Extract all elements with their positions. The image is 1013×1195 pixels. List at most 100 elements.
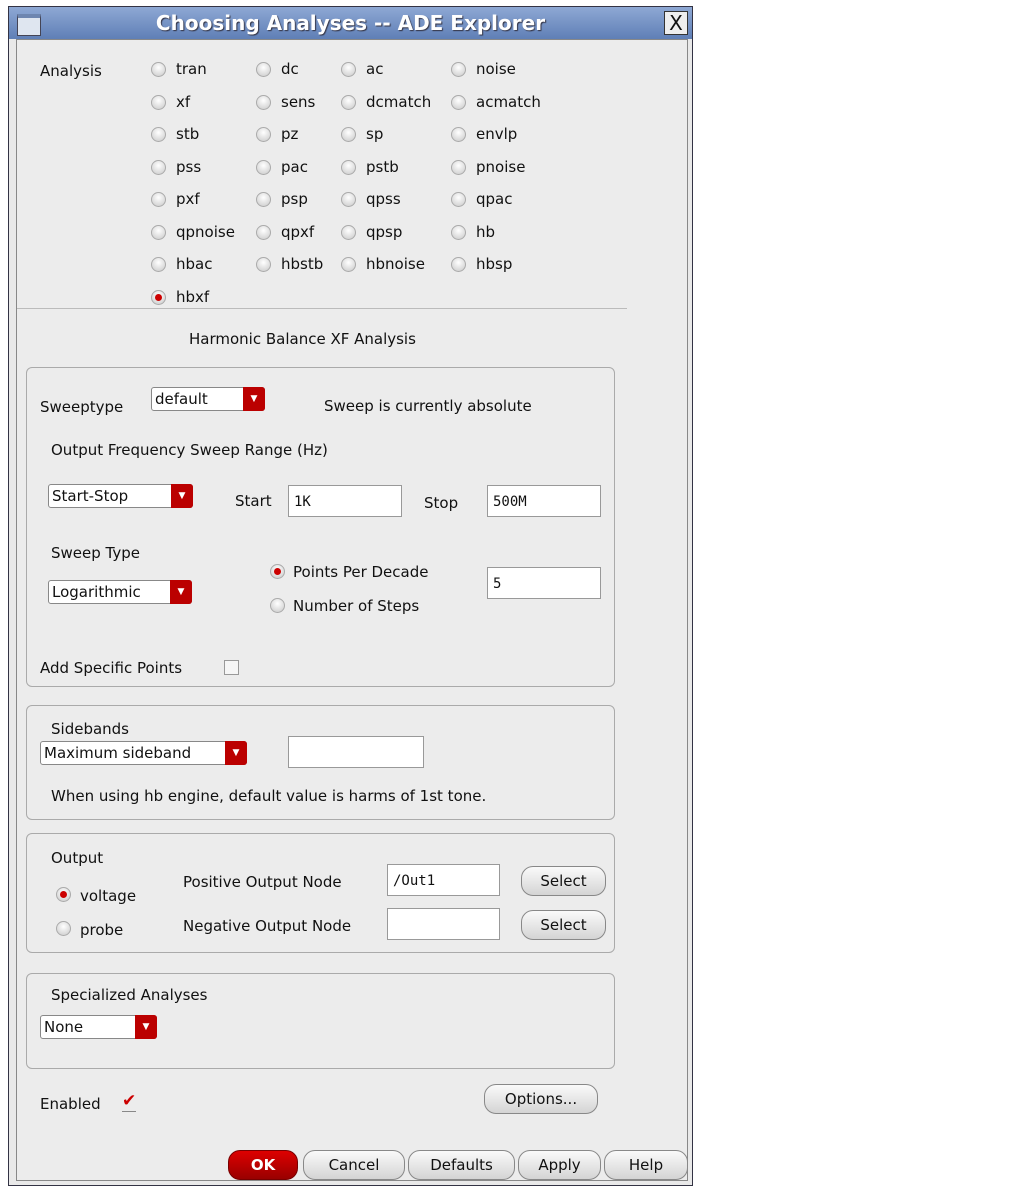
analysis-label-dcmatch: dcmatch xyxy=(366,92,432,111)
specialized-label: Specialized Analyses xyxy=(51,986,208,1004)
sideband-mode-select[interactable]: Maximum sideband ▼ xyxy=(40,741,247,765)
chevron-down-icon: ▼ xyxy=(243,387,265,411)
analysis-radio-dcmatch[interactable] xyxy=(341,94,356,110)
analysis-label-qpxf: qpxf xyxy=(281,222,315,241)
analysis-radio-pz[interactable] xyxy=(256,127,271,142)
analysis-label-tran: tran xyxy=(176,60,207,78)
analysis-radio-ac[interactable] xyxy=(341,62,356,77)
analysis-label-pss: pss xyxy=(176,157,202,176)
apply-button[interactable]: Apply xyxy=(518,1150,601,1180)
points-per-decade-label: Points Per Decade xyxy=(293,563,429,581)
analysis-label-pz: pz xyxy=(281,125,299,143)
analysis-radio-qpsp[interactable] xyxy=(341,224,356,240)
analysis-label-ac: ac xyxy=(366,60,384,78)
analysis-label-hbstb: hbstb xyxy=(281,255,324,273)
specialized-select[interactable]: None ▼ xyxy=(40,1015,157,1039)
window-title: Choosing Analyses -- ADE Explorer xyxy=(155,11,546,35)
select-positive-button[interactable]: Select xyxy=(521,866,606,896)
analysis-radio-acmatch[interactable] xyxy=(451,94,466,110)
analysis-radio-hbac[interactable] xyxy=(151,257,166,272)
voltage-radio[interactable] xyxy=(56,887,71,902)
sweeptype-value: default xyxy=(155,390,208,408)
analysis-radio-psp[interactable] xyxy=(256,192,271,207)
analysis-radio-envlp[interactable] xyxy=(451,127,466,142)
analysis-label-sens: sens xyxy=(281,92,316,111)
analysis-radio-hbxf[interactable] xyxy=(151,289,166,305)
probe-radio[interactable] xyxy=(56,921,71,936)
start-input[interactable]: 1K xyxy=(288,485,402,517)
analysis-radio-dc[interactable] xyxy=(256,62,271,77)
negative-node-label: Negative Output Node xyxy=(183,917,352,935)
window-menu-icon[interactable] xyxy=(17,14,41,36)
sweeptype-label: Sweeptype xyxy=(40,398,124,416)
analysis-radio-hbsp[interactable] xyxy=(451,257,466,272)
analysis-label-pnoise: pnoise xyxy=(476,157,526,176)
close-button[interactable]: X xyxy=(664,11,688,35)
analysis-label-xf: xf xyxy=(176,92,191,111)
range-mode-value: Start-Stop xyxy=(52,487,129,505)
analysis-radio-sens[interactable] xyxy=(256,94,271,110)
analysis-radio-pac[interactable] xyxy=(256,159,271,175)
analysis-label-qpss: qpss xyxy=(366,190,401,208)
dialog-window: Choosing Analyses -- ADE Explorer X Anal… xyxy=(8,6,693,1186)
analysis-radio-hbstb[interactable] xyxy=(256,257,271,272)
analysis-radio-qpnoise[interactable] xyxy=(151,224,166,240)
analysis-radio-qpac[interactable] xyxy=(451,192,466,207)
sweep-type-select[interactable]: Logarithmic ▼ xyxy=(48,580,192,604)
sidebands-label: Sidebands xyxy=(51,720,129,738)
cancel-button[interactable]: Cancel xyxy=(303,1150,405,1180)
analysis-radio-pss[interactable] xyxy=(151,159,166,175)
number-of-steps-radio[interactable] xyxy=(270,598,285,613)
analysis-radio-hb[interactable] xyxy=(451,224,466,240)
number-of-steps-label: Number of Steps xyxy=(293,597,420,615)
range-label: Output Frequency Sweep Range (Hz) xyxy=(51,441,328,459)
analysis-radio-sp[interactable] xyxy=(341,127,356,142)
sweeptype-select[interactable]: default ▼ xyxy=(151,387,265,411)
points-input[interactable]: 5 xyxy=(487,567,601,599)
analysis-radio-pnoise[interactable] xyxy=(451,159,466,175)
analysis-label-hbac: hbac xyxy=(176,255,213,273)
analysis-label-hbsp: hbsp xyxy=(476,255,513,273)
sweep-status: Sweep is currently absolute xyxy=(324,397,532,415)
analysis-radio-qpss[interactable] xyxy=(341,192,356,207)
analysis-label-sp: sp xyxy=(366,125,384,143)
positive-node-input[interactable]: /Out1 xyxy=(387,864,500,896)
defaults-button[interactable]: Defaults xyxy=(408,1150,515,1180)
stop-label: Stop xyxy=(424,494,459,512)
options-button[interactable]: Options... xyxy=(484,1084,598,1114)
points-per-decade-radio[interactable] xyxy=(270,564,285,579)
analysis-label-hbxf: hbxf xyxy=(176,287,210,306)
analysis-radio-stb[interactable] xyxy=(151,127,166,142)
title-bar: Choosing Analyses -- ADE Explorer X xyxy=(9,7,692,39)
output-label: Output xyxy=(51,849,104,867)
analysis-radio-qpxf[interactable] xyxy=(256,224,271,240)
chevron-down-icon: ▼ xyxy=(225,741,247,765)
add-points-label: Add Specific Points xyxy=(40,659,183,677)
analysis-radio-hbnoise[interactable] xyxy=(341,257,356,272)
ok-button[interactable]: OK xyxy=(228,1150,298,1180)
enabled-checkbox[interactable]: ✔ xyxy=(122,1091,137,1112)
analysis-radio-pxf[interactable] xyxy=(151,192,166,207)
select-negative-button[interactable]: Select xyxy=(521,910,606,940)
enabled-label: Enabled xyxy=(40,1095,101,1113)
stop-input[interactable]: 500M xyxy=(487,485,601,517)
range-mode-select[interactable]: Start-Stop ▼ xyxy=(48,484,193,508)
analysis-label-noise: noise xyxy=(476,60,516,78)
analysis-radio-tran[interactable] xyxy=(151,62,166,77)
sideband-input[interactable] xyxy=(288,736,424,768)
negative-node-input[interactable] xyxy=(387,908,500,940)
divider xyxy=(17,308,627,309)
analysis-label-stb: stb xyxy=(176,125,200,143)
chevron-down-icon: ▼ xyxy=(135,1015,157,1039)
analysis-radio-xf[interactable] xyxy=(151,94,166,110)
analysis-radio-pstb[interactable] xyxy=(341,159,356,175)
chevron-down-icon: ▼ xyxy=(170,580,192,604)
sideband-mode-value: Maximum sideband xyxy=(44,744,192,762)
sweep-type-value: Logarithmic xyxy=(52,583,141,601)
chevron-down-icon: ▼ xyxy=(171,484,193,508)
start-label: Start xyxy=(235,492,272,510)
analysis-radio-noise[interactable] xyxy=(451,62,466,77)
help-button[interactable]: Help xyxy=(604,1150,688,1180)
analysis-label-psp: psp xyxy=(281,190,308,208)
add-points-checkbox[interactable] xyxy=(224,660,239,675)
